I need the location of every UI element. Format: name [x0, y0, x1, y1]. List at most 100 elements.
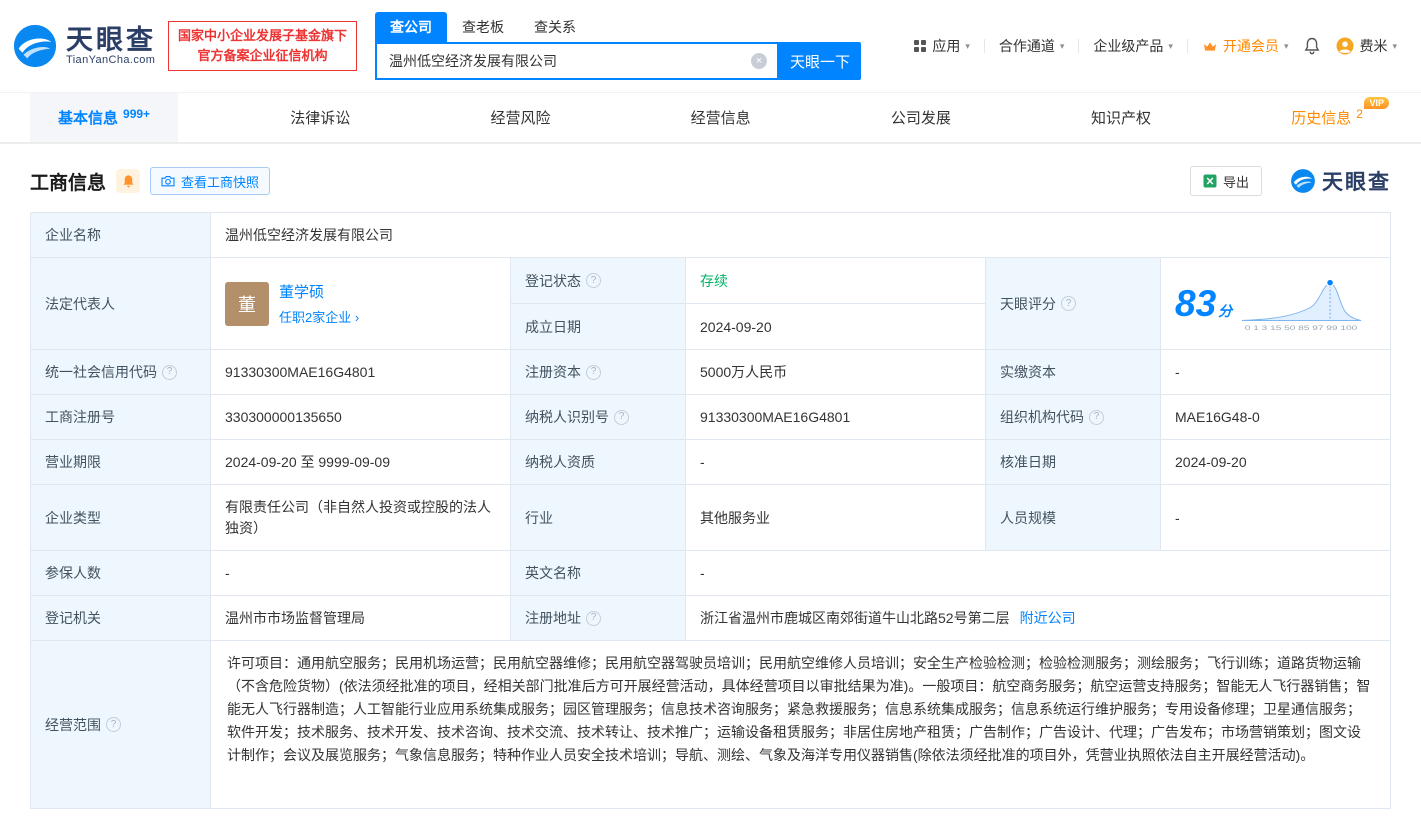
cell-value-reg-number: 330300000135650 — [211, 395, 511, 440]
cell-value-insured: - — [211, 551, 511, 596]
score-value: 83 分 — [1175, 282, 1233, 324]
nav-apps[interactable]: 应用 ▾ — [911, 36, 972, 56]
snapshot-button[interactable]: 查看工商快照 — [150, 167, 271, 195]
cell-label-paid-capital: 实缴资本 — [986, 350, 1161, 395]
search-box: × — [375, 42, 780, 80]
cell-label-taxpayer-quality: 纳税人资质 — [511, 440, 686, 485]
user-avatar-icon — [1336, 37, 1354, 55]
chevron-down-icon: ▾ — [1168, 40, 1173, 51]
tab-legal-litigation[interactable]: 法律诉讼 — [262, 93, 378, 142]
cell-label-credit-code: 统一社会信用代码 ? — [31, 350, 211, 395]
cell-value-business-term: 2024-09-20 至 9999-09-09 — [211, 440, 511, 485]
cell-label-business-term: 营业期限 — [31, 440, 211, 485]
logo-domain-text: TianYanCha.com — [66, 54, 156, 67]
cell-value-business-scope: 许可项目：通用航空服务；民用机场运营；民用航空器维修；民用航空器驾驶员培训；民用… — [211, 641, 1391, 809]
legal-rep-avatar[interactable]: 董 — [225, 281, 269, 326]
cell-label-reg-status: 登记状态 ? — [511, 258, 686, 304]
search-button[interactable]: 天眼一下 — [779, 42, 862, 80]
nav-enterprise-products[interactable]: 企业级产品 ▾ — [1091, 36, 1175, 56]
cell-value-tyc-score[interactable]: 83 分 0 1 3 15 50 85 97 99 100 — [1161, 258, 1391, 350]
cell-value-company-type: 有限责任公司（非自然人投资或控股的法人独资） — [211, 485, 511, 551]
help-icon[interactable]: ? — [586, 364, 601, 380]
nav-cooperation[interactable]: 合作通道 ▾ — [997, 36, 1067, 56]
topbar: 天眼查 TianYanCha.com 国家中小企业发展子基金旗下 官方备案企业征… — [0, 0, 1421, 92]
nav-notifications[interactable] — [1302, 37, 1322, 55]
score-curve-chart: 0 1 3 15 50 85 97 99 100 — [1242, 278, 1362, 332]
nearby-companies-link[interactable]: 附近公司 — [1020, 608, 1076, 628]
certification-badge-line2: 官方备案企业征信机构 — [197, 48, 328, 63]
grid-icon — [914, 40, 927, 52]
cell-value-industry: 其他服务业 — [686, 485, 986, 551]
help-icon[interactable]: ? — [586, 273, 601, 288]
cell-label-reg-capital: 注册资本 ? — [511, 350, 686, 395]
cell-label-approval-date: 核准日期 — [986, 440, 1161, 485]
logo-brand-text: 天眼查 — [66, 24, 156, 55]
search-input[interactable] — [377, 44, 778, 78]
cell-value-reg-status: 存续 — [686, 258, 986, 304]
bell-icon — [1305, 37, 1320, 55]
legal-rep-name-link[interactable]: 董学硕 — [279, 281, 359, 302]
cell-label-business-scope: 经营范围 ? — [31, 641, 211, 809]
tab-company-development[interactable]: 公司发展 — [863, 93, 979, 142]
tab-operation-risk[interactable]: 经营风险 — [462, 93, 578, 142]
help-icon[interactable]: ? — [1089, 409, 1104, 425]
search-tab-company[interactable]: 查公司 — [375, 12, 448, 42]
status-badge: 存续 — [700, 272, 728, 289]
certification-badge: 国家中小企业发展子基金旗下 官方备案企业征信机构 — [168, 20, 358, 72]
cell-value-approval-date: 2024-09-20 — [1161, 440, 1391, 485]
clear-search-icon[interactable]: × — [751, 53, 768, 69]
section-title: 工商信息 — [30, 172, 107, 194]
search-area: 查公司 查老板 查关系 × 天眼一下 — [375, 12, 862, 80]
cell-label-legal-rep: 法定代表人 — [31, 258, 211, 350]
cell-label-taxpayer-id: 纳税人识别号 ? — [511, 395, 686, 440]
cell-value-company-name: 温州低空经济发展有限公司 — [211, 213, 1391, 258]
tab-intellectual-property[interactable]: 知识产权 — [1063, 93, 1179, 142]
business-info-table: 企业名称 温州低空经济发展有限公司 法定代表人 董 董学硕 任职2家企业 › 登… — [30, 212, 1391, 809]
help-icon[interactable]: ? — [614, 409, 629, 425]
cell-value-legal-rep: 董 董学硕 任职2家企业 › — [211, 258, 511, 350]
cell-label-establish-date: 成立日期 — [511, 304, 686, 350]
chevron-down-icon: ▾ — [1392, 40, 1397, 51]
tianyancha-logo-icon — [1291, 169, 1315, 193]
tab-operation-info[interactable]: 经营信息 — [663, 93, 779, 142]
search-tabs: 查公司 查老板 查关系 — [375, 12, 861, 42]
tab-history-info[interactable]: 历史信息 2 VIP — [1263, 93, 1391, 142]
vip-badge: VIP — [1364, 97, 1389, 109]
help-icon[interactable]: ? — [1061, 296, 1076, 311]
cell-value-staff-size: - — [1161, 485, 1391, 551]
cell-value-org-code: MAE16G48-0 — [1161, 395, 1391, 440]
cell-value-english-name: - — [686, 551, 1391, 596]
excel-icon — [1203, 174, 1217, 188]
cell-value-taxpayer-id: 91330300MAE16G4801 — [686, 395, 986, 440]
cell-label-insured: 参保人数 — [31, 551, 211, 596]
cell-value-paid-capital: - — [1161, 350, 1391, 395]
help-icon[interactable]: ? — [162, 364, 177, 380]
tab-basic-info[interactable]: 基本信息 999+ — [30, 93, 179, 142]
cell-value-taxpayer-quality: - — [686, 440, 986, 485]
help-icon[interactable]: ? — [586, 610, 601, 626]
cell-label-staff-size: 人员规模 — [986, 485, 1161, 551]
cell-label-english-name: 英文名称 — [511, 551, 686, 596]
cell-label-tyc-score: 天眼评分 ? — [986, 258, 1161, 350]
nav-user[interactable]: 费米 ▾ — [1334, 36, 1399, 56]
cell-label-industry: 行业 — [511, 485, 686, 551]
help-icon[interactable]: ? — [106, 717, 121, 732]
cell-value-reg-capital: 5000万人民币 — [686, 350, 986, 395]
nav-open-vip[interactable]: 开通会员 ▾ — [1200, 36, 1291, 56]
chevron-down-icon: ▾ — [1283, 40, 1289, 51]
tianyancha-watermark: 天眼查 — [1290, 166, 1391, 196]
score-axis-labels: 0 1 3 15 50 85 97 99 100 — [1245, 325, 1358, 332]
camera-icon — [161, 176, 175, 187]
section-head: 工商信息 查看工商快照 导出 天眼查 — [30, 166, 1391, 196]
tab-badge: 999+ — [123, 106, 151, 121]
export-button[interactable]: 导出 — [1189, 166, 1262, 196]
crown-icon — [1203, 41, 1216, 51]
tianyancha-logo-icon — [13, 24, 57, 68]
cell-label-org-code: 组织机构代码 ? — [986, 395, 1161, 440]
search-tab-boss[interactable]: 查老板 — [447, 12, 519, 42]
tianyancha-logo[interactable]: 天眼查 TianYanCha.com — [12, 23, 156, 69]
subscribe-bell-icon[interactable] — [116, 169, 141, 193]
legal-rep-companies-link[interactable]: 任职2家企业 › — [279, 307, 359, 326]
cell-value-reg-address: 浙江省温州市鹿城区南郊街道牛山北路52号第二层 附近公司 — [686, 596, 1391, 641]
search-tab-relation[interactable]: 查关系 — [519, 12, 591, 42]
